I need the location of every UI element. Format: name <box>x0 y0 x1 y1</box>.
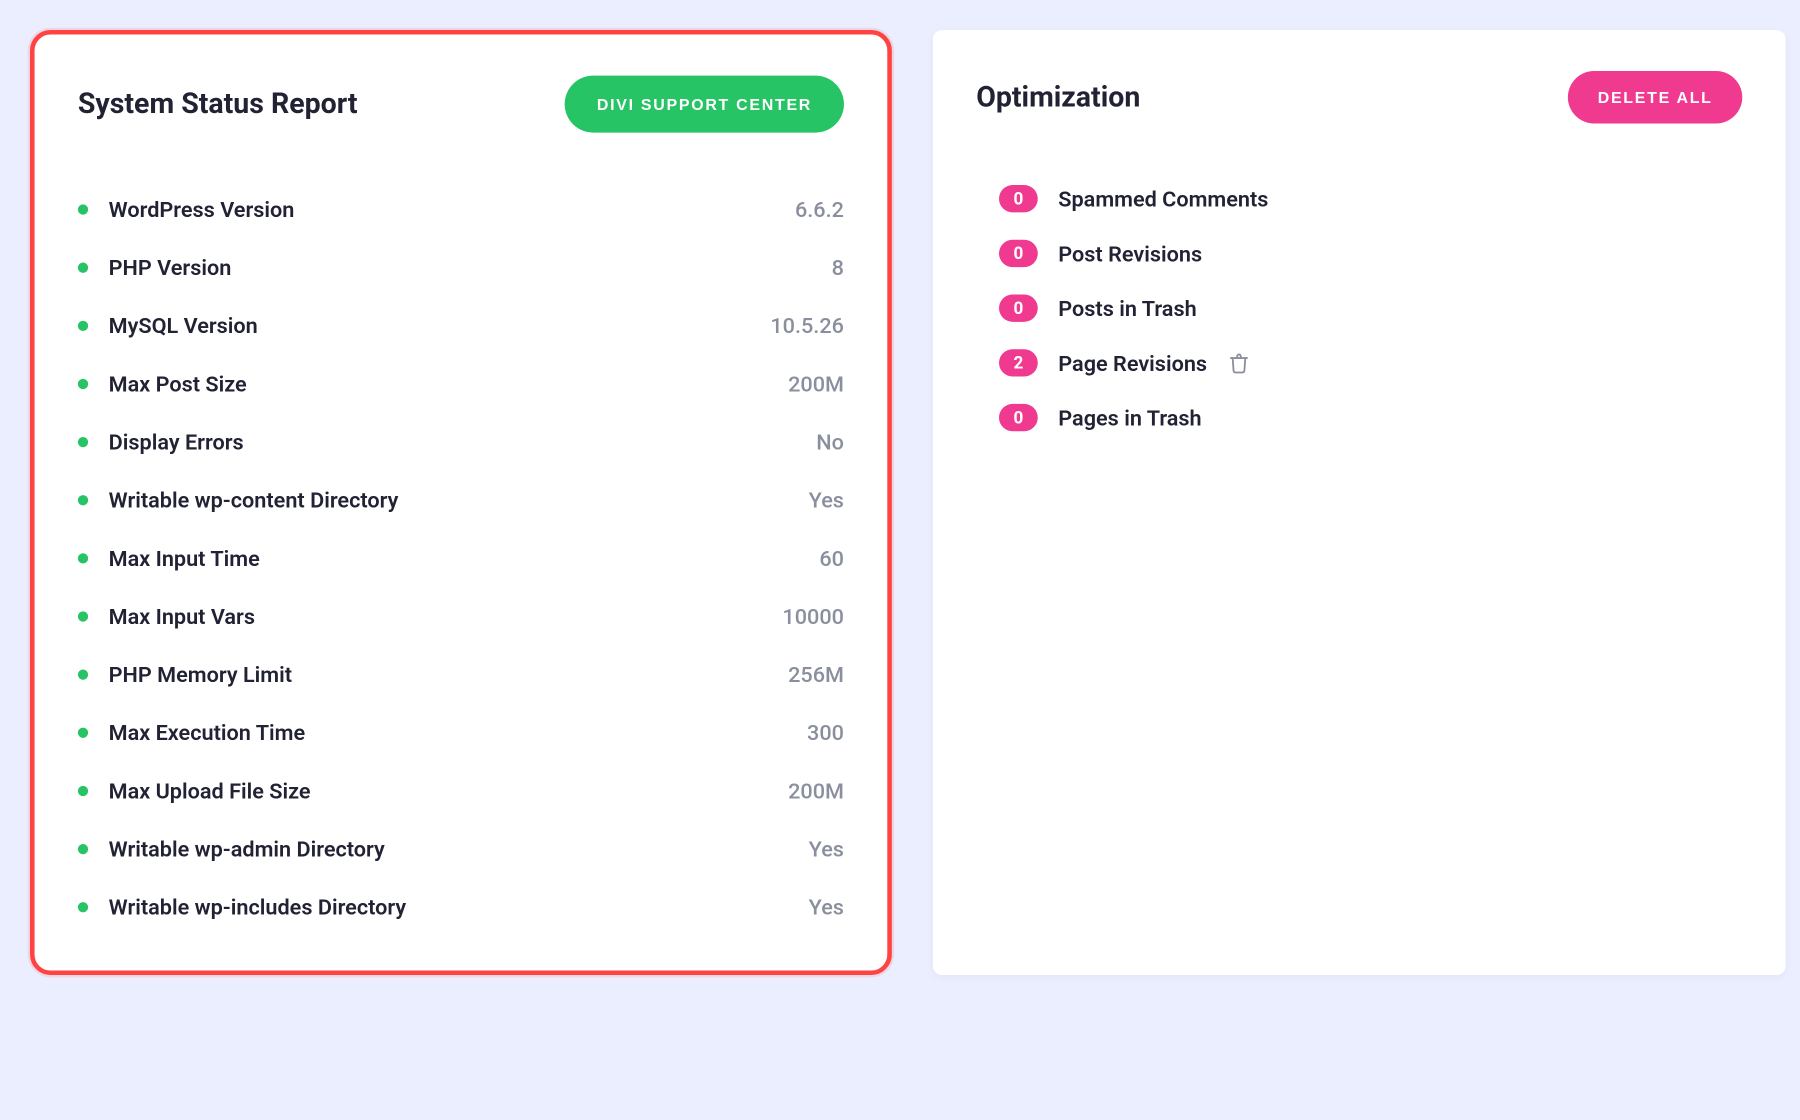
status-row: WordPress Version6.6.2 <box>78 180 844 238</box>
count-badge: 0 <box>999 185 1038 212</box>
status-label: WordPress Version <box>109 196 795 222</box>
opt-row: 2 Page Revisions <box>999 336 1742 391</box>
opt-label: Pages in Trash <box>1058 404 1201 430</box>
status-value: 6.6.2 <box>795 196 844 222</box>
status-label: Writable wp-includes Directory <box>109 894 809 920</box>
status-dot-icon <box>78 379 88 389</box>
status-dot-icon <box>78 263 88 273</box>
status-value: 256M <box>788 662 844 688</box>
status-dot-icon <box>78 495 88 505</box>
opt-row: 0 Posts in Trash <box>999 281 1742 336</box>
optimization-list: 0 Spammed Comments 0 Post Revisions 0 Po… <box>976 171 1742 445</box>
opt-card-header: Optimization DELETE ALL <box>976 71 1742 123</box>
opt-row: 0 Pages in Trash <box>999 390 1742 445</box>
status-dot-icon <box>78 844 88 854</box>
status-label: PHP Memory Limit <box>109 662 788 688</box>
opt-label: Posts in Trash <box>1058 295 1196 321</box>
status-row: Max Upload File Size200M <box>78 762 844 820</box>
status-label: Max Upload File Size <box>109 778 788 804</box>
count-badge: 0 <box>999 294 1038 321</box>
opt-row: 0 Spammed Comments <box>999 171 1742 226</box>
optimization-card: Optimization DELETE ALL 0 Spammed Commen… <box>933 30 1786 975</box>
status-value: 60 <box>819 545 844 571</box>
delete-all-button[interactable]: DELETE ALL <box>1568 71 1742 123</box>
status-label: Display Errors <box>109 429 817 455</box>
status-dot-icon <box>78 786 88 796</box>
status-row: PHP Version8 <box>78 239 844 297</box>
status-row: Writable wp-admin DirectoryYes <box>78 820 844 878</box>
status-card-title: System Status Report <box>78 88 358 121</box>
status-value: Yes <box>809 487 844 513</box>
status-row: PHP Memory Limit256M <box>78 646 844 704</box>
system-status-card: System Status Report DIVI SUPPORT CENTER… <box>30 30 892 975</box>
status-dot-icon <box>78 321 88 331</box>
status-row: Display ErrorsNo <box>78 413 844 471</box>
status-label: Writable wp-admin Directory <box>109 836 809 862</box>
status-label: PHP Version <box>109 255 832 281</box>
status-row: Max Execution Time300 <box>78 704 844 762</box>
status-dot-icon <box>78 204 88 214</box>
status-row: MySQL Version10.5.26 <box>78 297 844 355</box>
status-label: MySQL Version <box>109 313 771 339</box>
opt-card-title: Optimization <box>976 81 1140 114</box>
status-row: Writable wp-content DirectoryYes <box>78 471 844 529</box>
status-value: No <box>816 429 844 455</box>
status-label: Writable wp-content Directory <box>109 487 809 513</box>
status-dot-icon <box>78 553 88 563</box>
status-row: Max Post Size200M <box>78 355 844 413</box>
status-value: 200M <box>788 371 844 397</box>
opt-row: 0 Post Revisions <box>999 226 1742 281</box>
status-dot-icon <box>78 670 88 680</box>
status-list: WordPress Version6.6.2 PHP Version8 MySQ… <box>78 180 844 936</box>
status-dot-icon <box>78 611 88 621</box>
status-label: Max Input Vars <box>109 603 783 629</box>
status-value: 200M <box>788 778 844 804</box>
status-dot-icon <box>78 728 88 738</box>
status-value: Yes <box>809 836 844 862</box>
count-badge: 0 <box>999 240 1038 267</box>
status-value: 10.5.26 <box>770 313 844 339</box>
opt-label: Page Revisions <box>1058 350 1207 376</box>
status-value: 300 <box>807 720 844 746</box>
status-label: Max Execution Time <box>109 720 807 746</box>
status-value: Yes <box>809 894 844 920</box>
status-dot-icon <box>78 437 88 447</box>
opt-label: Spammed Comments <box>1058 186 1268 212</box>
status-label: Max Post Size <box>109 371 788 397</box>
divi-support-center-button[interactable]: DIVI SUPPORT CENTER <box>565 76 844 133</box>
status-value: 8 <box>832 255 844 281</box>
trash-icon[interactable] <box>1228 351 1250 375</box>
opt-label: Post Revisions <box>1058 240 1202 266</box>
status-label: Max Input Time <box>109 545 820 571</box>
count-badge: 2 <box>999 349 1038 376</box>
status-row: Max Input Time60 <box>78 529 844 587</box>
status-card-header: System Status Report DIVI SUPPORT CENTER <box>78 76 844 133</box>
count-badge: 0 <box>999 404 1038 431</box>
status-row: Max Input Vars10000 <box>78 587 844 645</box>
status-value: 10000 <box>782 603 844 629</box>
status-row: Writable wp-includes DirectoryYes <box>78 878 844 936</box>
status-dot-icon <box>78 902 88 912</box>
